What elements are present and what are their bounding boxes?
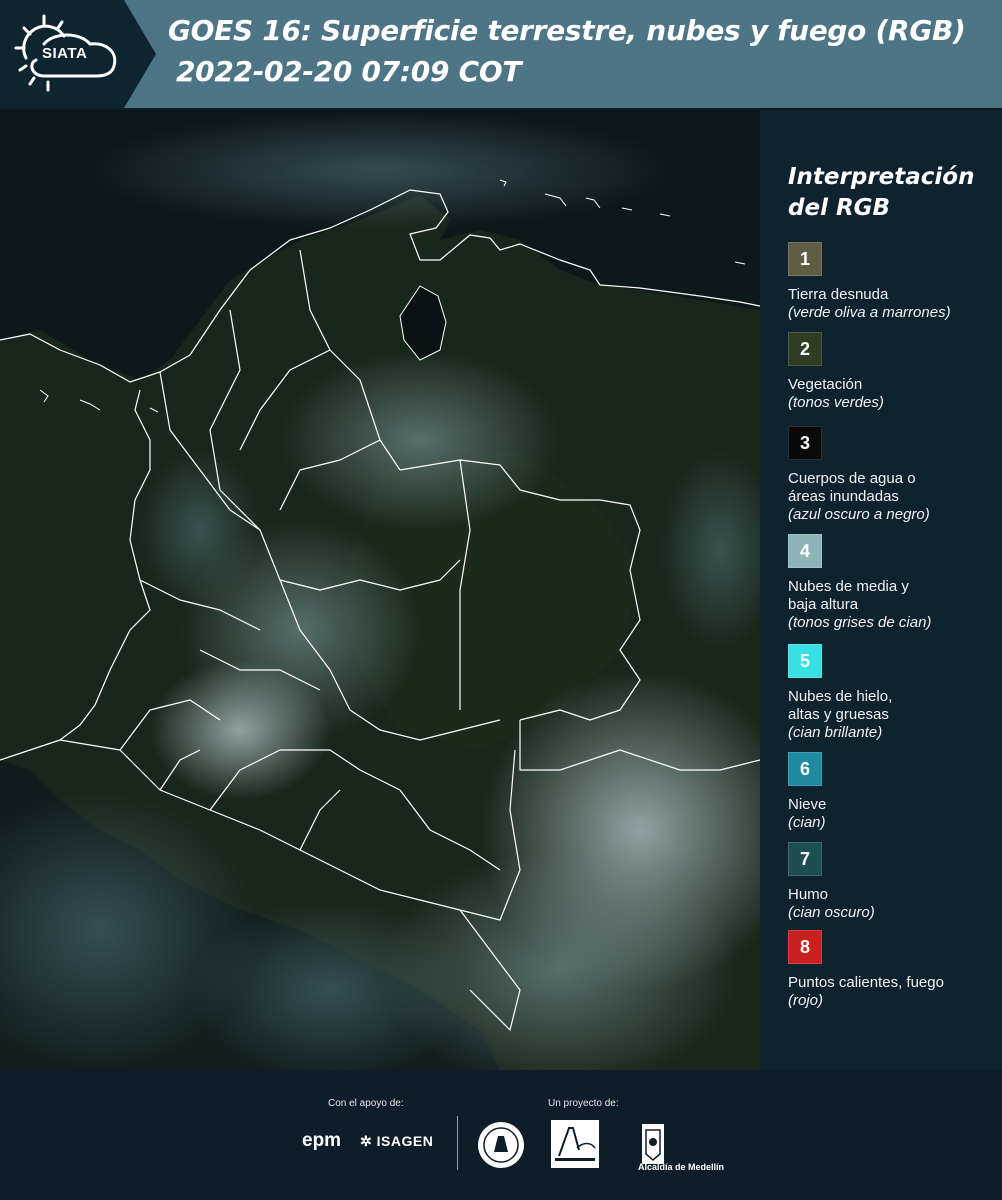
epm-logo: epm	[302, 1130, 342, 1151]
legend-item-description: (verde oliva a marrones)	[788, 304, 951, 321]
header: SIATA GOES 16: Superficie terrestre, nub…	[0, 0, 1002, 108]
legend-item-description: (tonos grises de cian)	[788, 614, 932, 631]
project-label: Un proyecto de:	[548, 1098, 619, 1109]
legend-item-description: (cian)	[788, 814, 826, 831]
legend-swatch: 7	[788, 842, 822, 876]
area-metropolitana-logo-icon	[551, 1120, 599, 1168]
legend-panel: Interpretación del RGB 1 Tierra desnuda (v…	[760, 110, 1002, 1070]
legend-item-label: Nubes de media y baja altura	[788, 578, 909, 613]
legend-title-line2: del RGB	[788, 195, 891, 221]
legend-item-7: 7 Humo (cian oscuro)	[788, 842, 998, 922]
timestamp: 2022-02-20 07:09 COT	[176, 55, 522, 88]
legend-item-description: (cian brillante)	[788, 724, 883, 741]
legend-item-1: 1 Tierra desnuda (verde oliva a marrones)	[788, 242, 998, 322]
legend-item-6: 6 Nieve (cian)	[788, 752, 998, 832]
legend-item-label: Nieve	[788, 796, 827, 813]
satellite-image	[0, 110, 760, 1070]
legend-item-label: Tierra desnuda	[788, 286, 889, 303]
legend-item-label: Nubes de hielo, altas y gruesas	[788, 688, 893, 723]
legend-item-5: 5 Nubes de hielo, altas y gruesas (cian br…	[788, 644, 998, 742]
alcaldia-label: Alcaldía de Medellín	[638, 1162, 725, 1172]
legend-title-line1: Interpretación	[788, 164, 975, 190]
legend-item-label: Humo	[788, 886, 829, 903]
page-title: GOES 16: Superficie terrestre, nubes y f…	[168, 14, 966, 47]
legend-item-description: (cian oscuro)	[788, 904, 875, 921]
legend-item-label: Cuerpos de agua o áreas inundadas	[788, 470, 916, 505]
isagen-star-icon: ✲	[360, 1133, 373, 1149]
satellite-map	[0, 110, 760, 1070]
legend-swatch: 3	[788, 426, 822, 460]
isagen-logo: ✲ ISAGEN	[360, 1133, 433, 1150]
legend-item-description: (rojo)	[788, 992, 824, 1009]
footer-divider	[457, 1116, 458, 1170]
legend-item-description: (azul oscuro a negro)	[788, 506, 930, 523]
legend-swatch: 6	[788, 752, 822, 786]
footer: Con el apoyo de: Un proyecto de: epm ✲ I…	[0, 1070, 1002, 1200]
legend-item-4: 4 Nubes de media y baja altura (tonos gris…	[788, 534, 998, 632]
support-label: Con el apoyo de:	[328, 1098, 404, 1109]
legend-item-description: (tonos verdes)	[788, 394, 884, 411]
logo-text: SIATA	[42, 45, 88, 62]
isagen-label: ISAGEN	[376, 1133, 434, 1149]
legend-swatch: 2	[788, 332, 822, 366]
legend-swatch: 1	[788, 242, 822, 276]
legend-item-8: 8 Puntos calientes, fuego (rojo)	[788, 930, 998, 1010]
legend-item-label: Puntos calientes, fuego	[788, 974, 944, 991]
legend-swatch: 4	[788, 534, 822, 568]
legend-item-2: 2 Vegetación (tonos verdes)	[788, 332, 998, 412]
legend-swatch: 5	[788, 644, 822, 678]
legend-item-label: Vegetación	[788, 376, 863, 393]
university-seal-icon	[478, 1122, 524, 1168]
legend-item-3: 3 Cuerpos de agua o áreas inundadas (azul …	[788, 426, 998, 524]
legend-title: Interpretación del RGB	[788, 162, 974, 224]
legend-swatch: 8	[788, 930, 822, 964]
